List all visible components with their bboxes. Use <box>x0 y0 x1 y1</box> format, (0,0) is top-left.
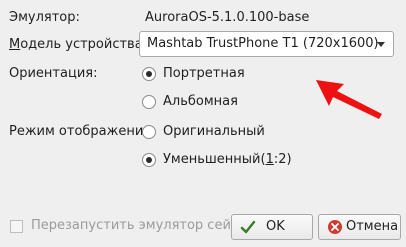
radio-button[interactable] <box>142 153 156 167</box>
arrow-shape <box>316 80 382 119</box>
emulator-value: AuroraOS-5.1.0.100-base <box>145 10 310 25</box>
device-model-label-rest: одель устройства: <box>20 37 148 52</box>
scaled-label-rest: :2) <box>273 152 292 167</box>
scaled-label-mnemonic: 1 <box>265 152 274 167</box>
ok-button-label: OK <box>266 219 285 234</box>
close-icon <box>328 220 342 234</box>
device-model-selected: Mashtab TrustPhone T1 (720x1600) <box>147 36 379 51</box>
display-mode-scaled-label: Уменьшенный(1:2) <box>163 152 292 167</box>
checkmark-icon <box>240 220 256 234</box>
emulator-label: Эмулятор: <box>9 10 80 25</box>
device-model-mnemonic: М <box>9 37 21 52</box>
cancel-button-label: Отмена <box>346 219 399 234</box>
ok-button[interactable]: OK <box>231 214 313 240</box>
orientation-label: Ориентация: <box>9 66 98 81</box>
orientation-portrait-label: Портретная <box>163 66 245 81</box>
cancel-button[interactable]: Отмена <box>318 214 401 240</box>
radio-button[interactable] <box>142 125 156 139</box>
scaled-label-prefix: Уменьшенный( <box>163 152 266 167</box>
chevron-down-icon[interactable] <box>377 42 385 47</box>
radio-button[interactable] <box>142 95 156 109</box>
display-mode-label: Режим отображения: <box>9 124 156 139</box>
device-model-label: Модель устройства: <box>9 37 147 52</box>
display-mode-original-label: Оригинальный <box>163 124 265 139</box>
restart-checkbox-label: Перезапустить эмулятор сейчас <box>31 218 254 233</box>
restart-checkbox[interactable] <box>10 220 23 233</box>
orientation-landscape-label: Альбомная <box>163 94 238 109</box>
radio-button[interactable] <box>142 67 156 81</box>
device-model-combobox[interactable]: Mashtab TrustPhone T1 (720x1600) <box>139 31 394 57</box>
annotation-arrow-icon <box>316 80 382 119</box>
